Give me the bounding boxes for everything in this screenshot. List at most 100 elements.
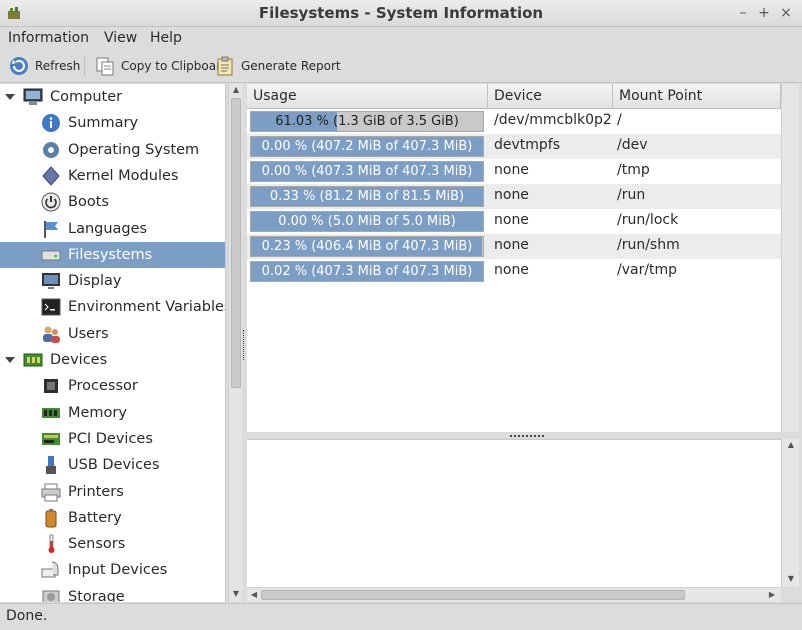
- menu-view[interactable]: View: [104, 30, 137, 46]
- split-resize-handle[interactable]: [510, 435, 544, 438]
- sidebar-item-label: PCI Devices: [68, 431, 153, 447]
- refresh-button[interactable]: Refresh: [8, 54, 80, 78]
- devices-icon: [23, 353, 43, 367]
- copy-icon: [96, 57, 114, 76]
- table-row[interactable]: 61.03 % (1.3 GiB of 3.5 GiB) /dev/mmcblk0…: [247, 109, 781, 134]
- refresh-label: Refresh: [35, 59, 81, 73]
- status-bar: Done.: [0, 603, 802, 630]
- usage-progress-bar: 61.03 % (1.3 GiB of 3.5 GiB): [250, 111, 484, 132]
- sidebar-item-label: Languages: [68, 221, 148, 237]
- menu-bar: Information View Help: [0, 27, 802, 50]
- sidebar-item-boots[interactable]: Boots: [0, 189, 225, 215]
- sidebar-item-input-devices[interactable]: Input Devices: [0, 557, 225, 583]
- sidebar-item-languages[interactable]: Languages: [0, 216, 225, 242]
- sidebar-item-display[interactable]: Display: [0, 268, 225, 294]
- sidebar-scrollbar[interactable]: ▲ ▼: [228, 84, 242, 602]
- table-scrollbar[interactable]: [781, 84, 799, 432]
- table-row[interactable]: 0.33 % (81.2 MiB of 81.5 MiB) none/run: [247, 184, 781, 209]
- sidebar-item-label: Users: [68, 326, 109, 342]
- sidebar-tree: Computer Summary Operating System Kernel Mo…: [0, 84, 226, 602]
- usb-icon: [46, 456, 56, 474]
- usage-text: 61.03 % (1.3 GiB of 3.5 GiB): [251, 112, 483, 131]
- scroll-down-arrow[interactable]: ▼: [229, 588, 243, 600]
- sidebar-item-users[interactable]: Users: [0, 321, 225, 347]
- input-icon: [41, 561, 59, 578]
- scroll-up-arrow[interactable]: ▲: [784, 439, 798, 451]
- sidebar-item-kernel-modules[interactable]: Kernel Modules: [0, 163, 225, 189]
- pane-resize-handle[interactable]: [243, 330, 246, 360]
- usage-progress-bar: 0.00 % (407.2 MiB of 407.3 MiB): [250, 136, 484, 157]
- expander-arrow-icon[interactable]: [4, 354, 16, 366]
- table-header: Usage Device Mount Point: [247, 84, 781, 109]
- sidebar-item-label: Environment Variables: [68, 299, 226, 315]
- module-icon: [42, 166, 60, 186]
- cpu-icon: [44, 379, 58, 393]
- scroll-up-arrow[interactable]: ▲: [229, 84, 243, 96]
- copy-to-clipboard-button[interactable]: Copy to Clipboard: [94, 54, 228, 78]
- usage-progress-bar: 0.23 % (406.4 MiB of 407.3 MiB): [250, 236, 484, 257]
- sidebar-group-computer[interactable]: Computer: [0, 84, 225, 110]
- sidebar-item-memory[interactable]: Memory: [0, 400, 225, 426]
- sidebar-item-label: USB Devices: [68, 457, 160, 473]
- sidebar-item-filesystems[interactable]: Filesystems: [0, 242, 225, 268]
- maximize-button[interactable]: +: [755, 4, 773, 22]
- close-button[interactable]: ×: [777, 4, 795, 22]
- device-cell: none: [494, 187, 529, 203]
- flag-icon: [44, 221, 58, 238]
- sidebar-item-label: Memory: [68, 405, 127, 421]
- sidebar-item-pci-devices[interactable]: PCI Devices: [0, 426, 225, 452]
- sidebar-item-processor[interactable]: Processor: [0, 373, 225, 399]
- mount-point-cell: /run/lock: [617, 212, 679, 228]
- usage-text: 0.00 % (407.3 MiB of 407.3 MiB): [261, 164, 473, 179]
- sidebar-item-label: Kernel Modules: [68, 168, 179, 184]
- mount-point-cell: /var/tmp: [617, 262, 678, 278]
- column-header-usage[interactable]: Usage: [247, 84, 488, 109]
- horizontal-scroll-thumb[interactable]: [261, 590, 685, 600]
- scroll-right-arrow[interactable]: ▶: [765, 589, 779, 601]
- column-header-mount-point[interactable]: Mount Point: [613, 84, 781, 109]
- sidebar-group-devices[interactable]: Devices: [0, 347, 225, 373]
- device-cell: none: [494, 212, 529, 228]
- sidebar-item-label: Boots: [68, 194, 109, 210]
- expander-arrow-icon[interactable]: [4, 91, 16, 103]
- sidebar-item-label: Battery: [68, 510, 122, 526]
- menu-help[interactable]: Help: [150, 30, 182, 46]
- sidebar-item-summary[interactable]: Summary: [0, 110, 225, 136]
- detail-scrollbar[interactable]: ▲ ▼: [781, 439, 799, 587]
- usage-text: 0.00 % (407.2 MiB of 407.3 MiB): [261, 139, 473, 154]
- device-cell: devtmpfs: [494, 137, 561, 153]
- usage-progress-bar: 0.00 % (407.3 MiB of 407.3 MiB): [250, 161, 484, 182]
- usage-progress-bar: 0.00 % (5.0 MiB of 5.0 MiB): [250, 211, 484, 232]
- table-row[interactable]: 0.00 % (407.3 MiB of 407.3 MiB) none/tmp: [247, 159, 781, 184]
- usage-text: 0.23 % (406.4 MiB of 407.3 MiB): [261, 239, 473, 254]
- column-header-device[interactable]: Device: [488, 84, 613, 109]
- sidebar-item-usb-devices[interactable]: USB Devices: [0, 452, 225, 478]
- device-cell: none: [494, 162, 529, 178]
- usage-text: 0.00 % (5.0 MiB of 5.0 MiB): [278, 214, 456, 229]
- table-row[interactable]: 0.00 % (5.0 MiB of 5.0 MiB) none/run/lock: [247, 209, 781, 234]
- device-cell: none: [494, 237, 529, 253]
- scroll-down-arrow[interactable]: ▼: [784, 573, 798, 585]
- gear-icon: [43, 142, 59, 158]
- refresh-icon: [10, 57, 28, 75]
- sidebar-item-battery[interactable]: Battery: [0, 505, 225, 531]
- sidebar-item-environment-variables[interactable]: Environment Variables: [0, 294, 226, 320]
- table-row[interactable]: 0.00 % (407.2 MiB of 407.3 MiB) devtmpfs /…: [247, 134, 781, 159]
- computer-icon: [23, 88, 43, 105]
- sidebar-group-label: Computer: [50, 89, 123, 105]
- sidebar-item-printers[interactable]: Printers: [0, 479, 225, 505]
- sidebar-item-storage[interactable]: Storage: [0, 584, 225, 602]
- detail-horizontal-scrollbar[interactable]: ◀ ▶: [247, 587, 781, 602]
- generate-report-button[interactable]: Generate Report: [214, 54, 341, 78]
- scroll-left-arrow[interactable]: ◀: [247, 589, 261, 601]
- sidebar-item-sensors[interactable]: Sensors: [0, 531, 225, 557]
- memory-icon: [42, 408, 60, 418]
- mount-point-cell: /tmp: [617, 162, 650, 178]
- sidebar-item-operating-system[interactable]: Operating System: [0, 137, 225, 163]
- sidebar-item-label: Input Devices: [68, 562, 168, 578]
- sidebar-scroll-thumb[interactable]: [231, 98, 241, 388]
- menu-information[interactable]: Information: [8, 30, 89, 46]
- table-row[interactable]: 0.02 % (407.3 MiB of 407.3 MiB) none/var/…: [247, 259, 781, 284]
- table-row[interactable]: 0.23 % (406.4 MiB of 407.3 MiB) none/run/…: [247, 234, 781, 259]
- minimize-button[interactable]: –: [734, 4, 752, 22]
